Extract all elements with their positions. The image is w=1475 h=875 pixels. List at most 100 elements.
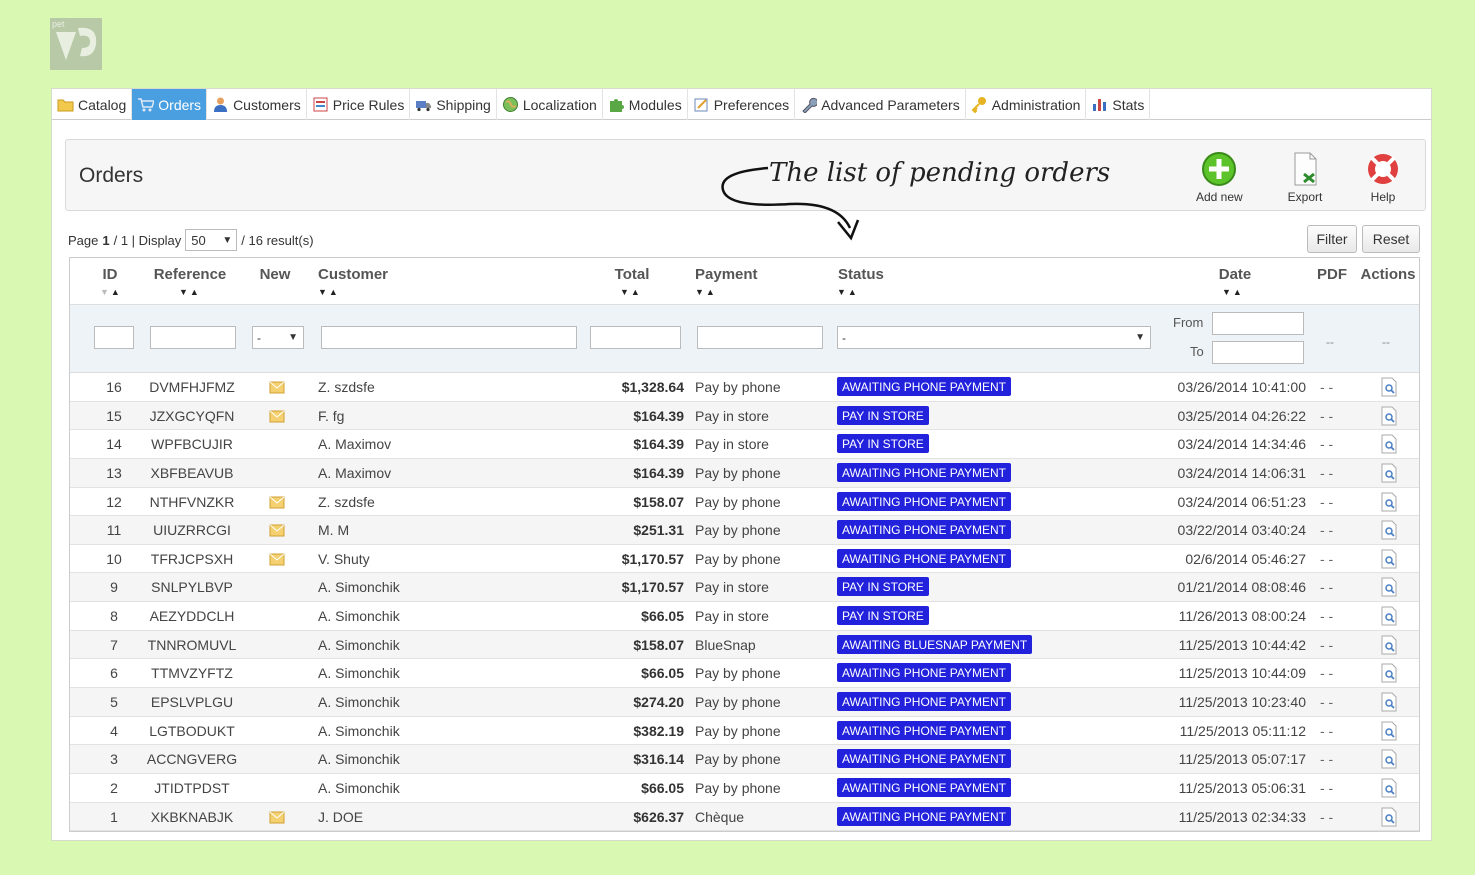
order-pdf: - - — [1320, 522, 1334, 539]
sort-arrows-icon[interactable]: ▼▲ — [1222, 287, 1244, 297]
order-payment: Pay by phone — [695, 665, 781, 682]
view-icon[interactable] — [1380, 577, 1398, 600]
view-icon[interactable] — [1380, 663, 1398, 686]
sort-arrows-icon[interactable]: ▼▲ — [837, 287, 859, 297]
main-nav-tabs: Catalog Orders Customers Price Rules Shi… — [52, 89, 1431, 120]
toolbar: Orders The list of pending orders Add ne… — [65, 139, 1426, 241]
export-button[interactable]: Export — [1286, 150, 1324, 204]
view-icon[interactable] — [1380, 692, 1398, 715]
order-reference: DVMFHJFMZ — [149, 379, 235, 395]
order-date: 11/25/2013 10:23:40 — [1178, 694, 1306, 711]
payment-filter-input[interactable] — [697, 326, 823, 349]
col-id[interactable]: ID — [98, 266, 122, 283]
order-customer: A. Simonchik — [318, 779, 400, 796]
view-icon[interactable] — [1380, 807, 1398, 830]
table-row[interactable]: 12 NTHFVNZKR Z. szdsfe $158.07 Pay by ph… — [70, 488, 1419, 517]
order-pdf: - - — [1320, 608, 1334, 625]
truck-icon — [416, 101, 432, 112]
order-reference: EPSLVPLGU — [150, 694, 234, 711]
pages-suffix: / 1 | Display — [113, 232, 182, 248]
tab-administration[interactable]: Administration — [966, 89, 1087, 120]
tab-stats[interactable]: Stats — [1086, 89, 1151, 120]
sort-arrows-icon[interactable]: ▼▲ — [100, 287, 122, 297]
page-label: Page — [68, 232, 99, 248]
col-total[interactable]: Total — [610, 266, 654, 283]
id-filter-input[interactable] — [94, 326, 134, 349]
date-from-input[interactable] — [1212, 312, 1304, 335]
order-customer: A. Simonchik — [318, 722, 400, 739]
tab-label: Customers — [233, 96, 301, 113]
tab-modules[interactable]: Modules — [603, 89, 688, 120]
view-icon[interactable] — [1380, 606, 1398, 629]
new-order-icon — [269, 523, 285, 540]
col-customer[interactable]: Customer — [318, 266, 388, 283]
view-icon[interactable] — [1380, 749, 1398, 772]
tab-catalog[interactable]: Catalog — [52, 89, 133, 120]
sort-arrows-icon[interactable]: ▼▲ — [179, 287, 201, 297]
tab-shipping[interactable]: Shipping — [410, 89, 497, 120]
add-new-button[interactable]: Add new — [1196, 150, 1243, 204]
order-payment: Pay by phone — [695, 779, 781, 796]
reference-filter-input[interactable] — [150, 326, 236, 349]
customer-filter-input[interactable] — [321, 326, 577, 349]
tab-customers[interactable]: Customers — [207, 89, 307, 120]
status-badge: PAY IN STORE — [837, 577, 929, 597]
view-icon[interactable] — [1380, 377, 1398, 400]
col-reference[interactable]: Reference — [150, 266, 230, 283]
view-icon[interactable] — [1380, 520, 1398, 543]
tab-orders[interactable]: Orders — [132, 89, 208, 120]
view-icon[interactable] — [1380, 778, 1398, 801]
col-payment[interactable]: Payment — [695, 266, 758, 283]
view-icon[interactable] — [1380, 434, 1398, 457]
table-row[interactable]: 7 TNNROMUVL A. Simonchik $158.07 BlueSna… — [70, 630, 1419, 660]
order-payment: Pay by phone — [695, 522, 781, 539]
table-row[interactable]: 11 UIUZRRCGI M. M $251.31 Pay by phone A… — [70, 516, 1419, 545]
view-icon[interactable] — [1380, 721, 1398, 744]
table-row[interactable]: 10 TFRJCPSXH V. Shuty $1,170.57 Pay by p… — [70, 545, 1419, 574]
table-row[interactable]: 15 JZXGCYQFN F. fg $164.39 Pay in store … — [70, 401, 1419, 431]
table-row[interactable]: 4 LGTBODUKT A. Simonchik $382.19 Pay by … — [70, 717, 1419, 746]
tab-localization[interactable]: Localization — [497, 89, 603, 120]
tab-preferences[interactable]: Preferences — [688, 89, 796, 120]
view-icon[interactable] — [1380, 635, 1398, 658]
table-row[interactable]: 6 TTMVZYFTZ A. Simonchik $66.05 Pay by p… — [70, 659, 1419, 689]
table-row[interactable]: 9 SNLPYLBVP A. Simonchik $1,170.57 Pay i… — [70, 573, 1419, 603]
date-to-input[interactable] — [1212, 341, 1304, 364]
table-row[interactable]: 1 XKBKNABJK J. DOE $626.37 Chèque AWAITI… — [70, 802, 1419, 832]
col-date[interactable]: Date — [1210, 266, 1260, 283]
current-page: 1 — [102, 232, 110, 248]
order-pdf: - - — [1320, 694, 1334, 711]
tab-price-rules[interactable]: Price Rules — [307, 89, 411, 120]
status-filter-select[interactable]: - ▼ — [837, 326, 1151, 349]
table-row[interactable]: 16 DVMFHJFMZ Z. szdsfe $1,328.64 Pay by … — [70, 373, 1419, 402]
order-reference: LGTBODUKT — [149, 722, 235, 739]
col-status[interactable]: Status — [838, 266, 884, 283]
tab-label: Advanced Parameters — [821, 96, 960, 113]
table-row[interactable]: 13 XBFBEAVUB A. Maximov $164.39 Pay by p… — [70, 458, 1419, 488]
filter-button[interactable]: Filter — [1307, 225, 1357, 253]
order-date: 11/25/2013 05:06:31 — [1178, 779, 1306, 796]
date-to-label: To — [1190, 344, 1204, 359]
table-row[interactable]: 2 JTIDTPDST A. Simonchik $66.05 Pay by p… — [70, 774, 1419, 803]
table-row[interactable]: 8 AEZYDDCLH A. Simonchik $66.05 Pay in s… — [70, 602, 1419, 631]
tab-advanced-parameters[interactable]: Advanced Parameters — [795, 89, 966, 120]
table-row[interactable]: 14 WPFBCUJIR A. Maximov $164.39 Pay in s… — [70, 430, 1419, 459]
table-row[interactable]: 3 ACCNGVERG A. Simonchik $316.14 Pay by … — [70, 745, 1419, 774]
sort-arrows-icon[interactable]: ▼▲ — [318, 287, 340, 297]
table-row[interactable]: 5 EPSLVPLGU A. Simonchik $274.20 Pay by … — [70, 688, 1419, 717]
page-title: Orders — [79, 164, 144, 187]
per-page-select[interactable]: 50 ▼ — [185, 229, 238, 251]
preferences-icon — [694, 98, 708, 112]
view-icon[interactable] — [1380, 492, 1398, 515]
order-reference: UIUZRRCGI — [153, 522, 231, 539]
view-icon[interactable] — [1380, 549, 1398, 572]
help-button[interactable]: Help — [1364, 150, 1402, 204]
sort-arrows-icon[interactable]: ▼▲ — [620, 287, 642, 297]
view-icon[interactable] — [1380, 463, 1398, 486]
view-icon[interactable] — [1380, 406, 1398, 429]
reset-button[interactable]: Reset — [1362, 225, 1420, 253]
new-filter-select[interactable]: - ▼ — [252, 326, 304, 349]
total-filter-input[interactable] — [590, 326, 681, 349]
sort-arrows-icon[interactable]: ▼▲ — [695, 287, 717, 297]
order-customer: A. Simonchik — [318, 579, 400, 596]
